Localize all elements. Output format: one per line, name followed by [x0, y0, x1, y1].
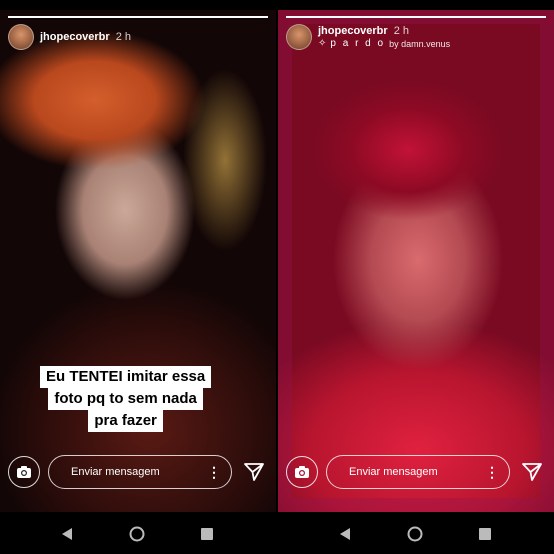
story-panel-right[interactable]: jhopecoverbr 2 h ✧ p a r d o by damn.ven…: [278, 10, 554, 512]
send-button[interactable]: [240, 458, 268, 486]
story-photo-right: [278, 10, 554, 512]
more-vertical-icon[interactable]: ⋮: [485, 464, 499, 481]
more-vertical-icon[interactable]: ⋮: [207, 464, 221, 481]
avatar[interactable]: [8, 24, 34, 50]
back-button[interactable]: [336, 525, 354, 543]
home-button[interactable]: [406, 525, 424, 543]
name-row: jhopecoverbr 2 h: [40, 31, 131, 43]
back-triangle-icon: [340, 528, 350, 540]
avatar[interactable]: [286, 24, 312, 50]
username[interactable]: jhopecoverbr: [318, 25, 388, 37]
message-placeholder: Enviar mensagem: [349, 466, 438, 478]
send-button[interactable]: [518, 458, 546, 486]
recents-square-icon: [479, 528, 491, 540]
story-progress-bar: [286, 16, 546, 18]
story-photo-left: [0, 10, 276, 512]
name-row: jhopecoverbr 2 h: [318, 25, 450, 37]
song-title: p a r d o: [330, 38, 386, 49]
caption-line: pra fazer: [88, 410, 163, 432]
message-placeholder: Enviar mensagem: [71, 466, 160, 478]
camera-icon: [295, 466, 309, 478]
message-input[interactable]: Enviar mensagem ⋮: [48, 455, 232, 489]
music-sparkle-icon: ✧: [318, 38, 327, 49]
recents-button[interactable]: [198, 525, 216, 543]
home-button[interactable]: [128, 525, 146, 543]
story-progress-fill: [8, 16, 268, 18]
recents-square-icon: [201, 528, 213, 540]
camera-button[interactable]: [286, 456, 318, 488]
back-triangle-icon: [62, 528, 72, 540]
story-panel-left[interactable]: jhopecoverbr 2 h Eu TENTEI imitar essa f…: [0, 10, 276, 512]
reply-bar: Enviar mensagem ⋮: [8, 454, 268, 490]
song-artist: by damn.venus: [389, 38, 451, 49]
reply-bar: Enviar mensagem ⋮: [286, 454, 546, 490]
story-caption: Eu TENTEI imitar essa foto pq to sem nad…: [40, 366, 212, 432]
story-progress-fill: [286, 16, 546, 18]
story-progress-bar: [8, 16, 268, 18]
caption-line: foto pq to sem nada: [48, 388, 203, 410]
caption-line: Eu TENTEI imitar essa: [40, 366, 212, 388]
send-icon: [522, 463, 542, 481]
story-meta: jhopecoverbr 2 h: [40, 31, 131, 43]
story-meta: jhopecoverbr 2 h ✧ p a r d o by damn.ven…: [318, 25, 450, 49]
story-header[interactable]: jhopecoverbr 2 h: [8, 24, 131, 50]
home-circle-icon: [407, 526, 423, 542]
recents-button[interactable]: [476, 525, 494, 543]
story-header[interactable]: jhopecoverbr 2 h ✧ p a r d o by damn.ven…: [286, 24, 450, 50]
post-time: 2 h: [115, 31, 131, 43]
music-sticker[interactable]: ✧ p a r d o by damn.venus: [318, 38, 450, 49]
send-icon: [244, 463, 264, 481]
username[interactable]: jhopecoverbr: [40, 31, 110, 43]
home-circle-icon: [129, 526, 145, 542]
system-nav-bar: [0, 512, 554, 554]
camera-icon: [17, 466, 31, 478]
post-time: 2 h: [393, 25, 409, 37]
message-input[interactable]: Enviar mensagem ⋮: [326, 455, 510, 489]
camera-button[interactable]: [8, 456, 40, 488]
back-button[interactable]: [58, 525, 76, 543]
